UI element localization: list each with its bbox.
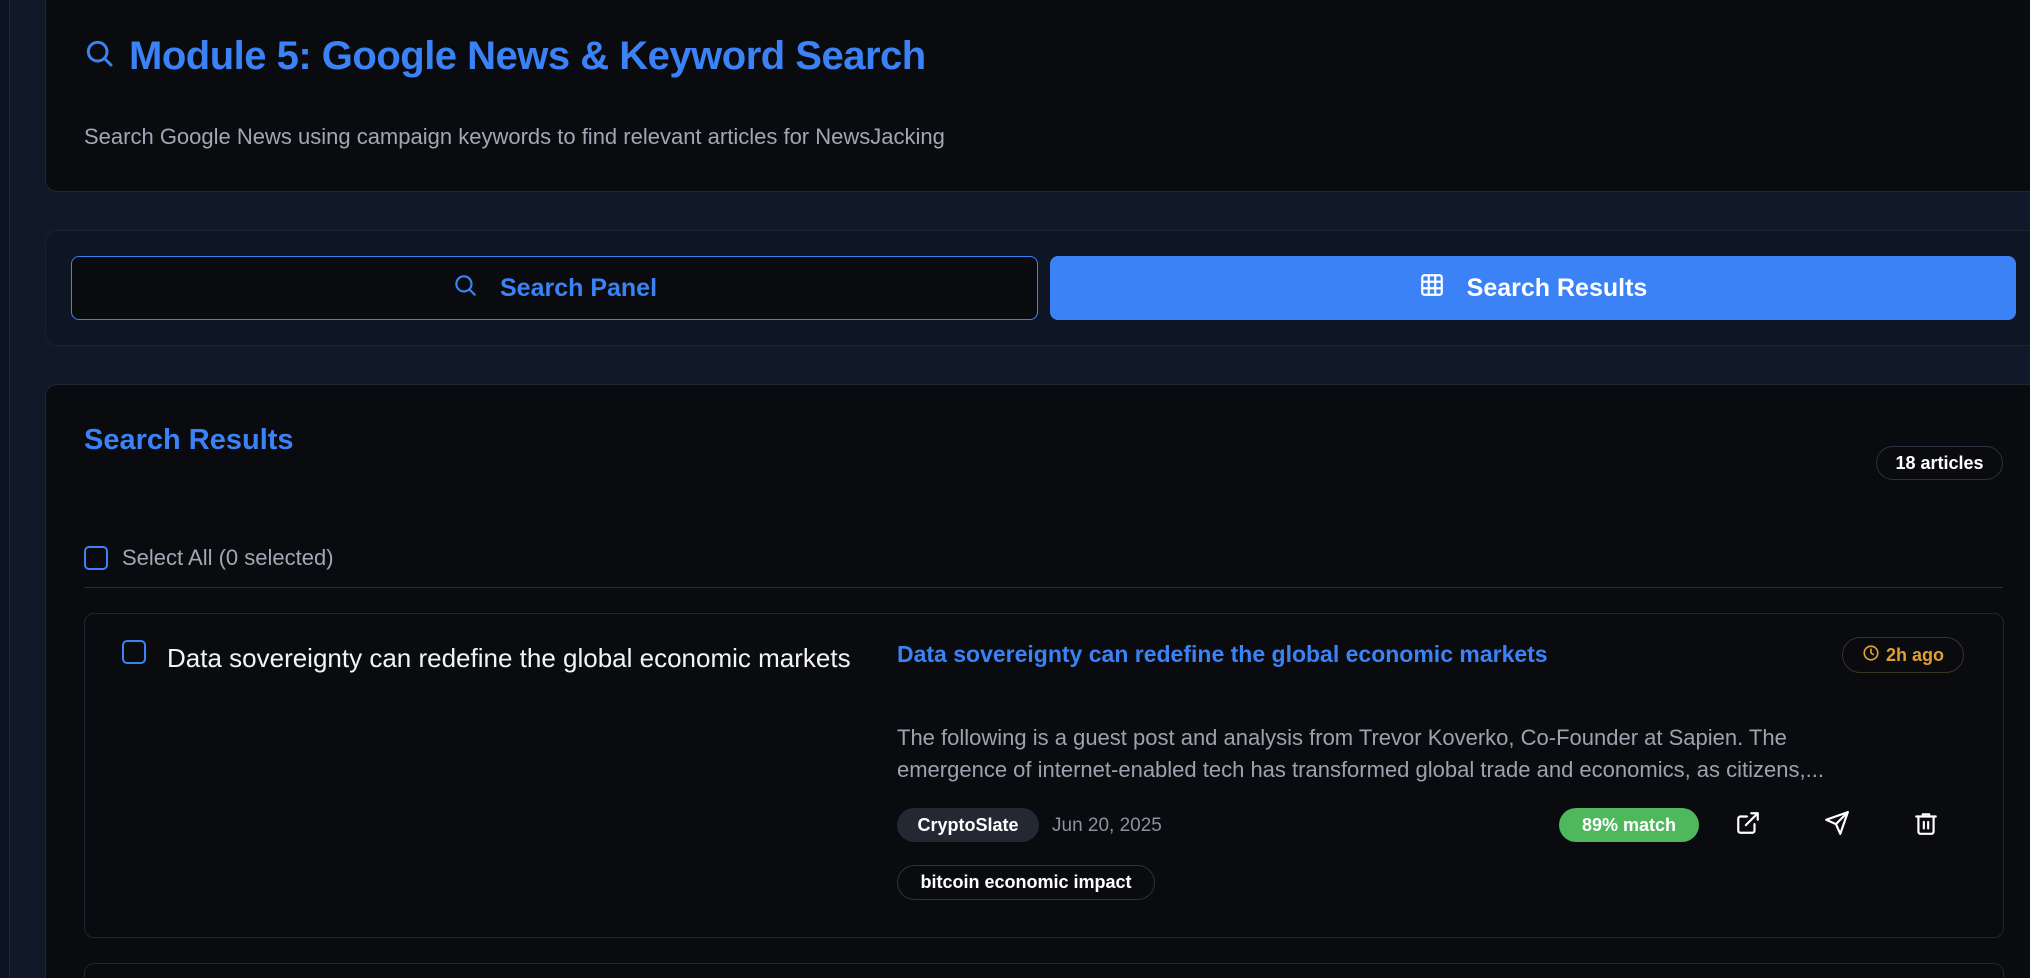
left-rail (0, 0, 10, 978)
select-all-row[interactable]: Select All (0 selected) (84, 544, 334, 572)
clock-icon (1862, 644, 1880, 667)
tab-search-panel[interactable]: Search Panel (71, 256, 1038, 320)
match-badge: 89% match (1559, 808, 1699, 842)
search-icon (83, 34, 115, 79)
tab-label: Search Panel (499, 273, 658, 302)
articles-count-badge: 18 articles (1876, 446, 2003, 480)
keyword-badge: bitcoin economic impact (897, 865, 1155, 900)
article-snippet: The following is a guest post and analys… (897, 722, 1977, 786)
results-title: Search Results (84, 424, 294, 456)
time-ago-label: 2h ago (1885, 644, 1944, 665)
page-title-row: Module 5: Google News & Keyword Search (83, 28, 926, 84)
grid-icon (1419, 272, 1445, 305)
external-link-icon (1735, 810, 1761, 841)
source-badge: CryptoSlate (897, 808, 1039, 842)
open-link-button[interactable] (1733, 810, 1763, 840)
tab-label: Search Results (1466, 273, 1648, 302)
page-title: Module 5: Google News & Keyword Search (129, 33, 926, 78)
article-checkbox-label: Data sovereignty can redefine the global… (167, 643, 851, 673)
article-snippet-line: emergence of internet-enabled tech has t… (897, 757, 1824, 782)
article-snippet-line: The following is a guest post and analys… (897, 725, 1787, 750)
select-all-checkbox[interactable] (84, 546, 108, 570)
article-date: Jun 20, 2025 (1052, 815, 1162, 836)
send-button[interactable] (1822, 810, 1852, 840)
article-card (84, 963, 2004, 978)
trash-icon (1913, 810, 1939, 841)
article-title-link[interactable]: Data sovereignty can redefine the global… (897, 641, 1797, 668)
time-ago-badge: 2h ago (1842, 637, 1964, 673)
search-icon (452, 272, 478, 305)
article-checkbox[interactable] (122, 640, 146, 664)
send-icon (1824, 810, 1850, 841)
page-subtitle: Search Google News using campaign keywor… (84, 124, 945, 149)
select-all-label: Select All (0 selected) (122, 545, 334, 570)
delete-button[interactable] (1911, 810, 1941, 840)
divider (84, 587, 2003, 588)
tab-search-results[interactable]: Search Results (1050, 256, 2016, 320)
